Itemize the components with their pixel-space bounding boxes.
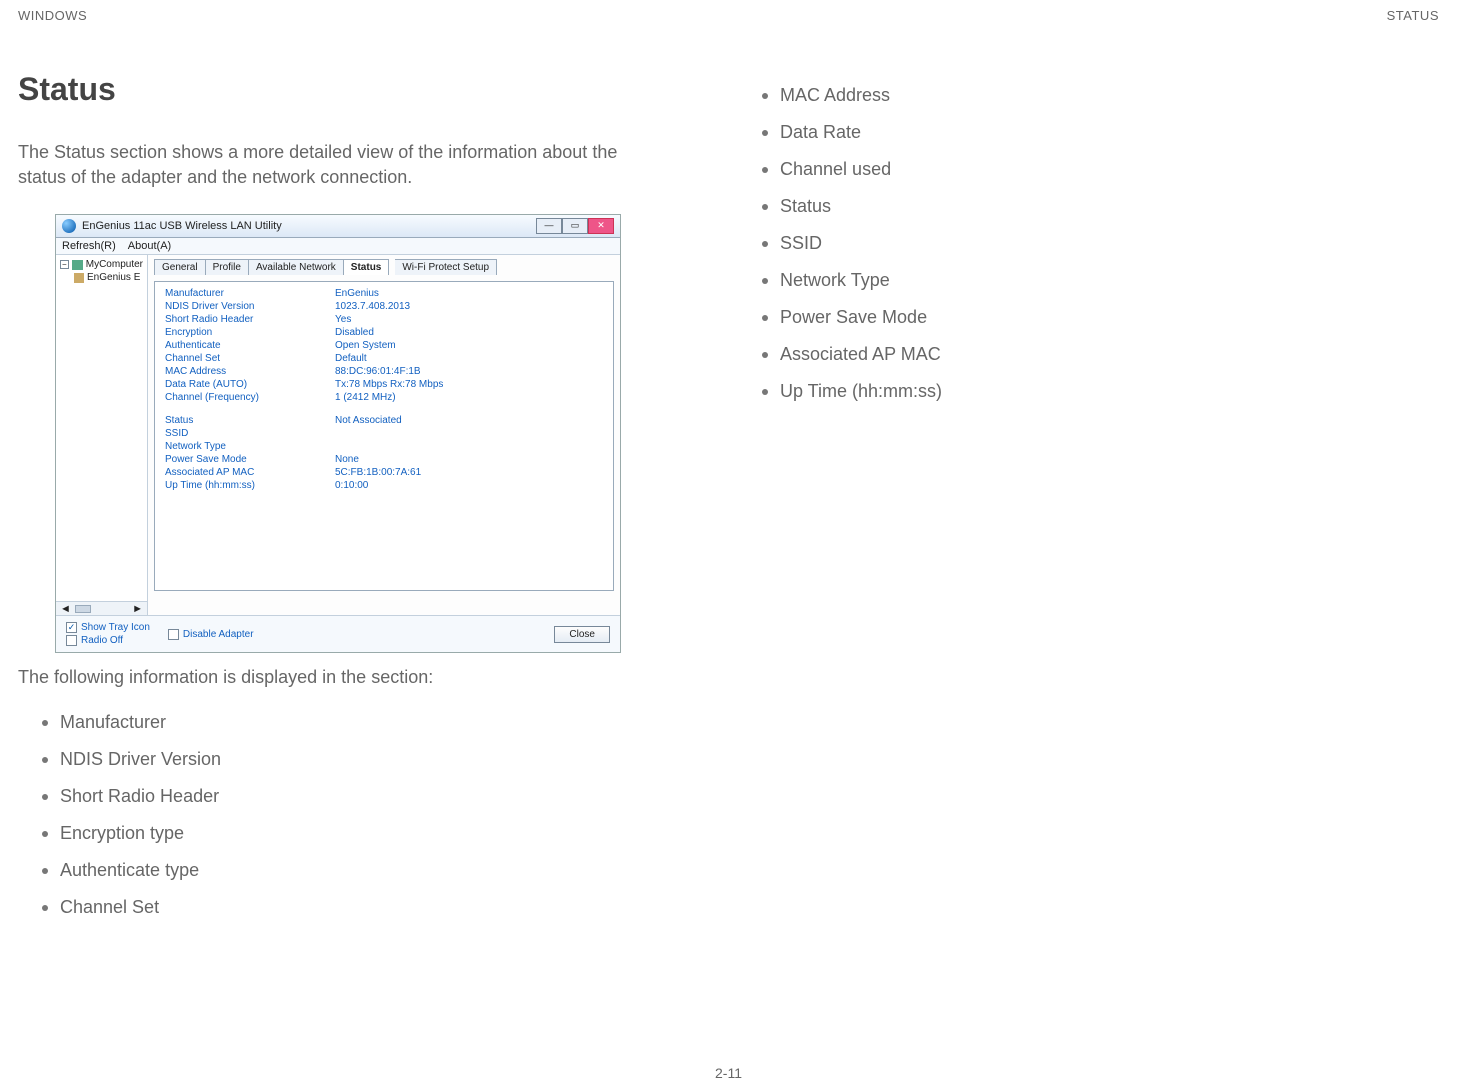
- tabs: General Profile Available Network Status…: [154, 259, 614, 275]
- bullets-left: Manufacturer NDIS Driver Version Short R…: [18, 704, 658, 926]
- radio-off-checkbox[interactable]: Radio Off: [66, 635, 150, 646]
- utility-screenshot: EnGenius 11ac USB Wireless LAN Utility —…: [55, 214, 621, 653]
- row-authenticate: AuthenticateOpen System: [165, 340, 603, 351]
- tree-child[interactable]: EnGenius E: [87, 272, 140, 283]
- header-right: STATUS: [1387, 8, 1439, 23]
- tree-scrollbar[interactable]: ◄►: [56, 601, 147, 615]
- tab-general[interactable]: General: [154, 259, 206, 275]
- close-button[interactable]: Close: [554, 626, 610, 643]
- row-ndis: NDIS Driver Version1023.7.408.2013: [165, 301, 603, 312]
- maximize-button[interactable]: ▭: [562, 218, 588, 234]
- tree-root[interactable]: MyComputer: [86, 259, 143, 270]
- tab-status[interactable]: Status: [344, 259, 390, 275]
- row-power-save: Power Save ModeNone: [165, 454, 603, 465]
- list-item: MAC Address: [762, 77, 1439, 114]
- disable-adapter-checkbox[interactable]: Disable Adapter: [168, 629, 254, 640]
- menu-refresh[interactable]: Refresh(R): [62, 240, 116, 252]
- row-uptime: Up Time (hh:mm:ss)0:10:00: [165, 480, 603, 491]
- list-item: Up Time (hh:mm:ss): [762, 373, 1439, 410]
- bullets-right: MAC Address Data Rate Channel used Statu…: [738, 77, 1439, 410]
- status-panel: ManufacturerEnGenius NDIS Driver Version…: [154, 281, 614, 591]
- list-item: NDIS Driver Version: [42, 741, 658, 778]
- window-close-button[interactable]: ✕: [588, 218, 614, 234]
- adapter-icon: [74, 273, 84, 283]
- row-status: StatusNot Associated: [165, 415, 603, 426]
- tab-profile[interactable]: Profile: [206, 259, 249, 275]
- row-channel-set: Channel SetDefault: [165, 353, 603, 364]
- list-item: Manufacturer: [42, 704, 658, 741]
- row-assoc-ap-mac: Associated AP MAC5C:FB:1B:00:7A:61: [165, 467, 603, 478]
- list-item: Power Save Mode: [762, 299, 1439, 336]
- window-titlebar: EnGenius 11ac USB Wireless LAN Utility —…: [56, 215, 620, 238]
- minimize-button[interactable]: —: [536, 218, 562, 234]
- lead-text: The Status section shows a more detailed…: [18, 140, 658, 190]
- row-channel-freq: Channel (Frequency)1 (2412 MHz): [165, 392, 603, 403]
- menubar: Refresh(R) About(A): [56, 238, 620, 255]
- list-item: Encryption type: [42, 815, 658, 852]
- computer-icon: [72, 260, 83, 270]
- header-left: WINDOWS: [18, 8, 87, 23]
- row-manufacturer: ManufacturerEnGenius: [165, 288, 603, 299]
- show-tray-checkbox[interactable]: ✓Show Tray Icon: [66, 622, 150, 633]
- app-icon: [62, 219, 76, 233]
- list-item: SSID: [762, 225, 1439, 262]
- row-data-rate: Data Rate (AUTO)Tx:78 Mbps Rx:78 Mbps: [165, 379, 603, 390]
- page-title: Status: [18, 71, 658, 108]
- device-tree: − MyComputer EnGenius E ◄►: [56, 255, 148, 615]
- row-ssid: SSID: [165, 428, 603, 439]
- row-short-radio: Short Radio HeaderYes: [165, 314, 603, 325]
- tree-collapse-icon[interactable]: −: [60, 260, 69, 269]
- tab-wps[interactable]: Wi-Fi Protect Setup: [395, 259, 497, 275]
- row-mac: MAC Address88:DC:96:01:4F:1B: [165, 366, 603, 377]
- list-item: Status: [762, 188, 1439, 225]
- page-number: 2-11: [0, 1065, 1457, 1081]
- list-item: Authenticate type: [42, 852, 658, 889]
- row-encryption: EncryptionDisabled: [165, 327, 603, 338]
- list-item: Short Radio Header: [42, 778, 658, 815]
- after-text: The following information is displayed i…: [18, 667, 658, 688]
- list-item: Associated AP MAC: [762, 336, 1439, 373]
- list-item: Data Rate: [762, 114, 1439, 151]
- list-item: Channel Set: [42, 889, 658, 926]
- menu-about[interactable]: About(A): [128, 240, 171, 252]
- tab-available-network[interactable]: Available Network: [249, 259, 344, 275]
- window-title: EnGenius 11ac USB Wireless LAN Utility: [82, 220, 282, 232]
- window-footer: ✓Show Tray Icon Radio Off Disable Adapte…: [56, 615, 620, 652]
- row-network-type: Network Type: [165, 441, 603, 452]
- list-item: Channel used: [762, 151, 1439, 188]
- list-item: Network Type: [762, 262, 1439, 299]
